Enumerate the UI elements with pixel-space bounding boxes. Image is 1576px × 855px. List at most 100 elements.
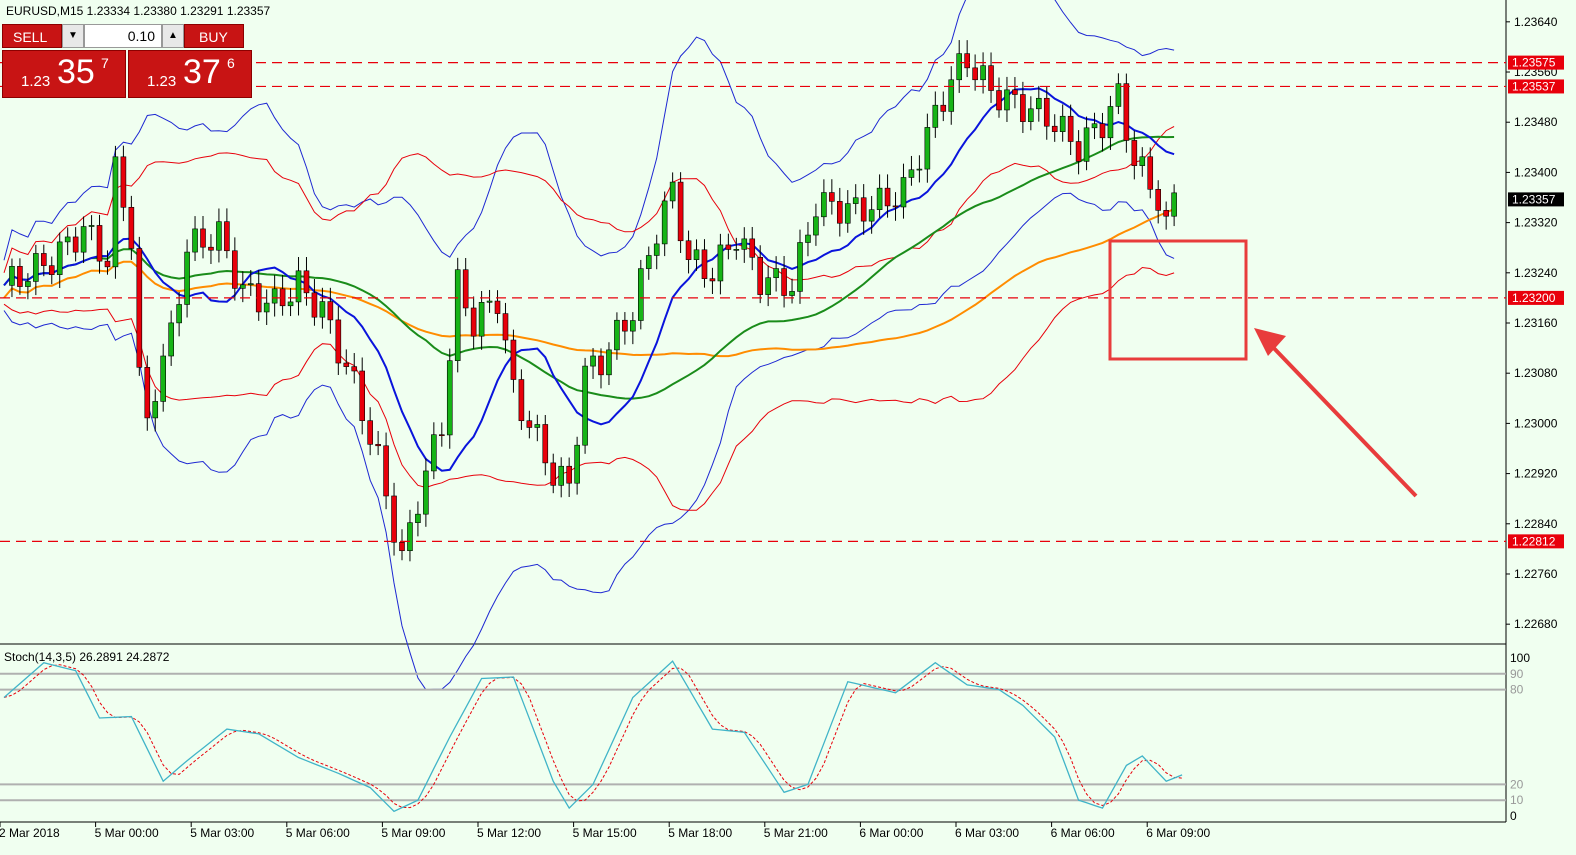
lot-size-input[interactable]: 0.10 xyxy=(84,24,162,48)
y-axis-tick-label: 1.22840 xyxy=(1514,517,1558,531)
candle-body xyxy=(813,216,819,236)
candle-body xyxy=(956,53,963,81)
candle-body xyxy=(407,522,413,552)
x-axis-tick-label: 6 Mar 00:00 xyxy=(859,826,923,840)
sell-price-pips: 35 xyxy=(57,53,95,91)
buy-price-button[interactable]: 1.23 37 6 xyxy=(128,50,252,98)
candle-body xyxy=(1107,106,1114,139)
x-axis-tick-label: 5 Mar 06:00 xyxy=(286,826,350,840)
candle-body xyxy=(725,244,732,250)
x-axis-tick-label: 5 Mar 21:00 xyxy=(764,826,828,840)
candle-body xyxy=(534,424,541,428)
candle-body xyxy=(478,302,485,337)
candle-body xyxy=(805,234,811,243)
candle-body xyxy=(964,53,970,69)
candle-body xyxy=(773,268,779,279)
buy-price-prefix: 1.23 xyxy=(147,73,177,90)
candle-body xyxy=(319,301,326,318)
lot-increase-button[interactable]: ▲ xyxy=(162,24,184,48)
candle-body xyxy=(25,281,31,287)
candle-body xyxy=(1059,115,1066,132)
candle-body xyxy=(1147,156,1154,190)
candle-body xyxy=(40,253,47,266)
stochastic-scale-label: 80 xyxy=(1510,683,1524,697)
candle-body xyxy=(709,278,716,282)
candle-body xyxy=(630,320,636,332)
sell-price-prefix: 1.23 xyxy=(21,73,51,90)
candle-body xyxy=(168,322,174,357)
candle-body xyxy=(1123,83,1130,141)
candle-body xyxy=(701,249,708,279)
candle-body xyxy=(1099,123,1106,139)
candle-body xyxy=(948,79,955,112)
candle-body xyxy=(176,304,182,324)
x-axis-tick-label: 5 Mar 12:00 xyxy=(477,826,541,840)
candle-body xyxy=(717,244,724,282)
candle-body xyxy=(606,349,612,376)
candle-body xyxy=(216,221,222,251)
candle-body xyxy=(48,265,55,275)
candle-body xyxy=(56,241,63,275)
candle-body xyxy=(431,434,437,472)
candle-body xyxy=(144,367,151,419)
level-label: 1.23575 xyxy=(1512,56,1556,70)
candle-body xyxy=(72,236,79,253)
chart-title: EURUSD,M15 1.23334 1.23380 1.23291 1.233… xyxy=(6,4,271,18)
x-axis-tick-label: 5 Mar 18:00 xyxy=(668,826,732,840)
sell-price-button[interactable]: 1.23 35 7 xyxy=(2,50,126,98)
sell-button[interactable]: SELL xyxy=(2,24,62,48)
buy-button[interactable]: BUY xyxy=(184,24,244,48)
candle-body xyxy=(486,300,493,303)
x-axis-tick-label: 5 Mar 00:00 xyxy=(95,826,159,840)
y-axis-tick-label: 1.23640 xyxy=(1514,15,1558,29)
level-label: 1.22812 xyxy=(1512,534,1556,548)
candle-body xyxy=(733,249,740,251)
level-label: 1.23537 xyxy=(1512,79,1556,93)
candle-body xyxy=(996,90,1002,111)
candle-body xyxy=(263,302,270,313)
candle-body xyxy=(542,424,549,464)
candle-body xyxy=(1051,125,1058,132)
candle-body xyxy=(836,201,843,224)
candle-body xyxy=(88,225,95,227)
candle-body xyxy=(240,284,246,289)
candle-body xyxy=(494,300,501,314)
candle-body xyxy=(1067,115,1074,142)
candle-body xyxy=(128,206,135,249)
y-axis-tick-label: 1.23080 xyxy=(1514,366,1558,380)
y-axis-tick-label: 1.22920 xyxy=(1514,467,1558,481)
candle-body xyxy=(367,420,373,445)
x-axis-tick-label: 5 Mar 03:00 xyxy=(190,826,254,840)
indicator-title: Stoch(14,3,5) 26.2891 24.2872 xyxy=(4,650,170,664)
candle-body xyxy=(343,362,350,367)
candle-body xyxy=(1139,156,1146,166)
candle-body xyxy=(924,127,931,170)
x-axis-tick-label: 5 Mar 15:00 xyxy=(573,826,637,840)
candle-body xyxy=(327,301,334,321)
candle-body xyxy=(1083,127,1090,162)
candle-body xyxy=(335,319,342,364)
lot-decrease-button[interactable]: ▼ xyxy=(62,24,84,48)
price-chart[interactable]: 1.236401.235601.234801.234001.233201.232… xyxy=(0,0,1576,855)
y-axis-tick-label: 1.23320 xyxy=(1514,216,1558,230)
buy-price-pips: 37 xyxy=(183,53,221,91)
candle-body xyxy=(789,291,795,296)
candle-body xyxy=(232,250,238,289)
candle-body xyxy=(1131,140,1138,166)
candle-body xyxy=(590,355,596,367)
candle-body xyxy=(582,365,588,446)
candle-body xyxy=(311,292,318,318)
candle-body xyxy=(359,370,366,421)
candle-body xyxy=(415,513,421,523)
stochastic-scale-label: 20 xyxy=(1510,777,1524,791)
buy-price-fraction: 6 xyxy=(227,55,235,71)
candle-body xyxy=(932,104,939,128)
candle-body xyxy=(104,260,111,268)
candle-body xyxy=(518,379,525,422)
candle-body xyxy=(622,319,628,332)
candle-body xyxy=(916,168,923,171)
candle-body xyxy=(574,444,580,484)
candle-body xyxy=(781,268,787,296)
candle-body xyxy=(1163,210,1169,217)
x-axis-tick-label: 5 Mar 09:00 xyxy=(381,826,445,840)
